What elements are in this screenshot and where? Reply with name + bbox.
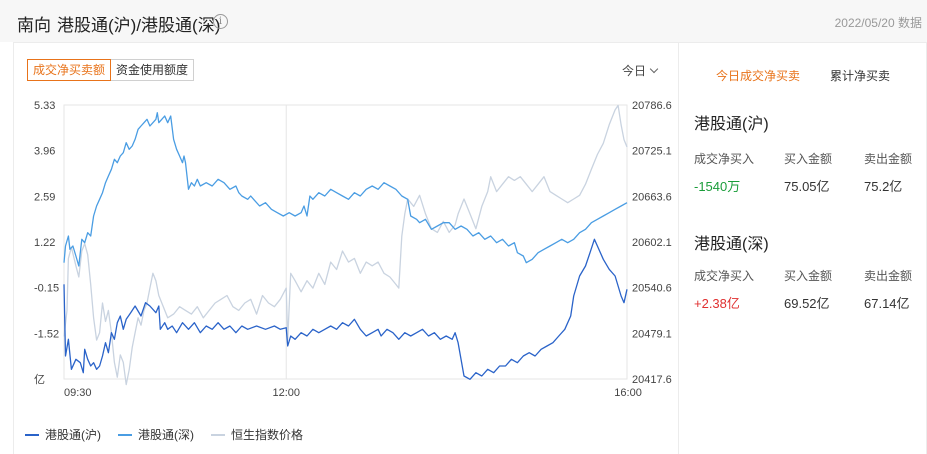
legend-label-sz: 港股通(深) <box>138 428 194 442</box>
plot-frame <box>63 104 628 380</box>
period-dropdown[interactable]: 今日 <box>622 62 659 79</box>
right-axis-tick: 20602.1 <box>632 237 672 249</box>
summary-block-sh: 港股通(沪) 成交净买入 买入金额 卖出金额 -1540万 75.05亿 75.… <box>694 110 919 200</box>
legend-swatch-hsi <box>211 433 225 436</box>
period-label: 今日 <box>622 64 647 78</box>
info-icon[interactable]: i <box>213 14 228 29</box>
right-axis-tick: 20417.6 <box>632 374 672 386</box>
right-axis-tick: 20663.6 <box>632 191 672 203</box>
legend-label-hsi: 恒生指数价格 <box>231 428 304 442</box>
right-axis-tick: 20540.6 <box>632 283 672 295</box>
legend-label-sh: 港股通(沪) <box>45 428 101 442</box>
buy-amount-value-sz: 69.52亿 <box>784 296 830 311</box>
right-axis-tick: 20479.1 <box>632 328 672 340</box>
left-axis-tick: 1.22 <box>34 237 55 249</box>
tab-cumulative-net[interactable]: 累计净买卖 <box>830 67 890 84</box>
title-direction: 南向 <box>17 16 51 35</box>
summary-panel: 今日成交净买卖 累计净买卖 港股通(沪) 成交净买入 买入金额 卖出金额 -15… <box>678 43 927 454</box>
summary-title-sz: 港股通(深) <box>694 236 769 253</box>
right-axis-tick: 20786.6 <box>632 100 672 112</box>
left-axis-tick: 亿 <box>34 373 45 386</box>
header-net-buy-sh: 成交净买入 <box>694 152 755 166</box>
header-sell-amount-sz: 卖出金额 <box>864 269 913 283</box>
summary-title-sh: 港股通(沪) <box>694 116 769 133</box>
header-net-buy-sz: 成交净买入 <box>694 269 755 283</box>
tab-today-net[interactable]: 今日成交净买卖 <box>716 67 800 84</box>
tab-quota-usage[interactable]: 资金使用额度 <box>111 59 195 81</box>
legend-item-sz[interactable]: 港股通(深) <box>118 426 194 443</box>
buy-amount-value-sh: 75.05亿 <box>784 179 830 194</box>
page-title: 南向 港股通(沪)/港股通(深) <box>17 11 220 36</box>
header-sell-amount-sh: 卖出金额 <box>864 152 913 166</box>
series-line-0 <box>63 238 628 380</box>
chart-legend: 港股通(沪) 港股通(深) 恒生指数价格 <box>25 426 320 443</box>
header-buy-amount-sz: 买入金额 <box>784 269 833 283</box>
sell-amount-value-sz: 67.14亿 <box>864 296 910 311</box>
chart-tabs: 成交净买卖额 资金使用额度 <box>27 59 195 81</box>
left-axis-tick: -1.52 <box>34 328 59 340</box>
chevron-down-icon <box>649 64 659 74</box>
x-axis-tick: 09:30 <box>64 387 92 399</box>
data-date: 2022/05/20 数据 <box>834 16 922 30</box>
summary-block-sz: 港股通(深) 成交净买入 买入金额 卖出金额 +2.38亿 69.52亿 67.… <box>694 230 919 320</box>
series-line-1 <box>63 112 628 267</box>
tab-net-turnover[interactable]: 成交净买卖额 <box>27 59 112 81</box>
left-axis-tick: 3.96 <box>34 146 55 158</box>
title-channels: 港股通(沪)/港股通(深) <box>57 16 221 35</box>
left-axis-tick: 2.59 <box>34 191 55 203</box>
net-buy-value-sz: +2.38亿 <box>694 296 740 311</box>
legend-item-hsi[interactable]: 恒生指数价格 <box>211 426 303 443</box>
x-axis-tick: 16:00 <box>614 387 642 399</box>
left-axis-tick: -0.15 <box>34 283 59 295</box>
legend-swatch-sh <box>25 433 39 436</box>
header-buy-amount-sh: 买入金额 <box>784 152 833 166</box>
sell-amount-value-sh: 75.2亿 <box>864 179 903 194</box>
main-panel: 成交净买卖额 资金使用额度 今日 5.33 3.96 2.59 1.22 -0.15 -1… <box>13 42 927 454</box>
chart-panel: 成交净买卖额 资金使用额度 今日 5.33 3.96 2.59 1.22 -0.15 -1… <box>14 43 678 454</box>
series-line-2 <box>63 104 628 386</box>
legend-item-sh[interactable]: 港股通(沪) <box>25 426 101 443</box>
page-header: 南向 港股通(沪)/港股通(深) i 2022/05/20 数据 <box>0 0 927 42</box>
intraday-flow-chart: 5.33 3.96 2.59 1.22 -0.15 -1.52 亿 20786.6 20725.… <box>34 100 672 399</box>
left-axis-tick: 5.33 <box>34 100 55 112</box>
net-buy-value-sh: -1540万 <box>694 179 741 194</box>
legend-swatch-sz <box>118 433 132 436</box>
right-axis-tick: 20725.1 <box>632 146 672 158</box>
x-axis-tick: 12:00 <box>272 387 300 399</box>
